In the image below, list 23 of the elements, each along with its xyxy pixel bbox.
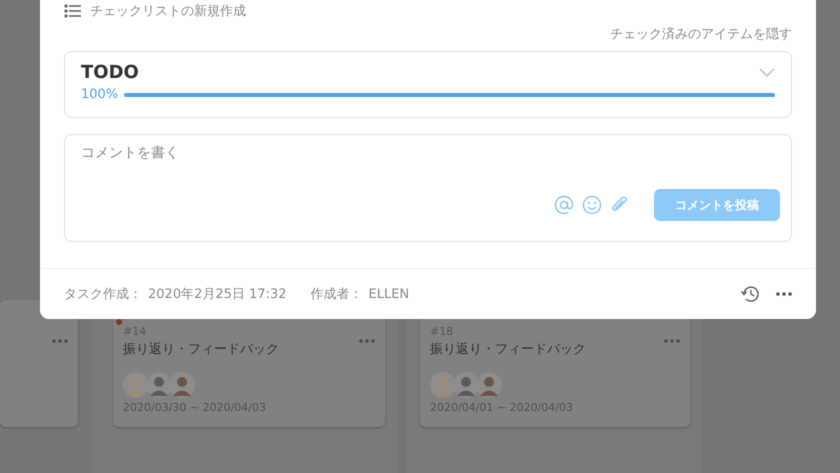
- history-icon[interactable]: [740, 285, 760, 303]
- task-title: 振り返り・フィードバック: [430, 341, 586, 358]
- hide-checked-link[interactable]: チェック済みのアイテムを隠す: [610, 25, 792, 43]
- avatar-icon: [476, 372, 502, 398]
- task-card[interactable]: [0, 300, 78, 427]
- emoji-icon[interactable]: [582, 195, 602, 215]
- author-name: ELLEN: [368, 286, 410, 302]
- checklist-icon[interactable]: [64, 4, 81, 18]
- new-checklist-link[interactable]: チェックリストの新規作成: [90, 2, 246, 20]
- more-icon[interactable]: [776, 292, 792, 296]
- author-label: 作成者：: [310, 286, 362, 303]
- created-date: 2020年2月25日 17:32: [148, 286, 286, 303]
- mention-icon[interactable]: [554, 195, 574, 215]
- avatar-icon: [453, 372, 479, 398]
- avatar-icon: [146, 372, 172, 398]
- chevron-icon[interactable]: [759, 68, 775, 77]
- avatar-icon: [430, 372, 456, 398]
- task-title: 振り返り・フィードバック: [123, 341, 279, 358]
- avatar-icon: [169, 372, 195, 398]
- progress-text: 100%: [81, 87, 118, 102]
- checklist-title: TODO: [81, 62, 139, 83]
- created-label: タスク作成：: [64, 286, 142, 303]
- avatar-icon: [123, 372, 149, 398]
